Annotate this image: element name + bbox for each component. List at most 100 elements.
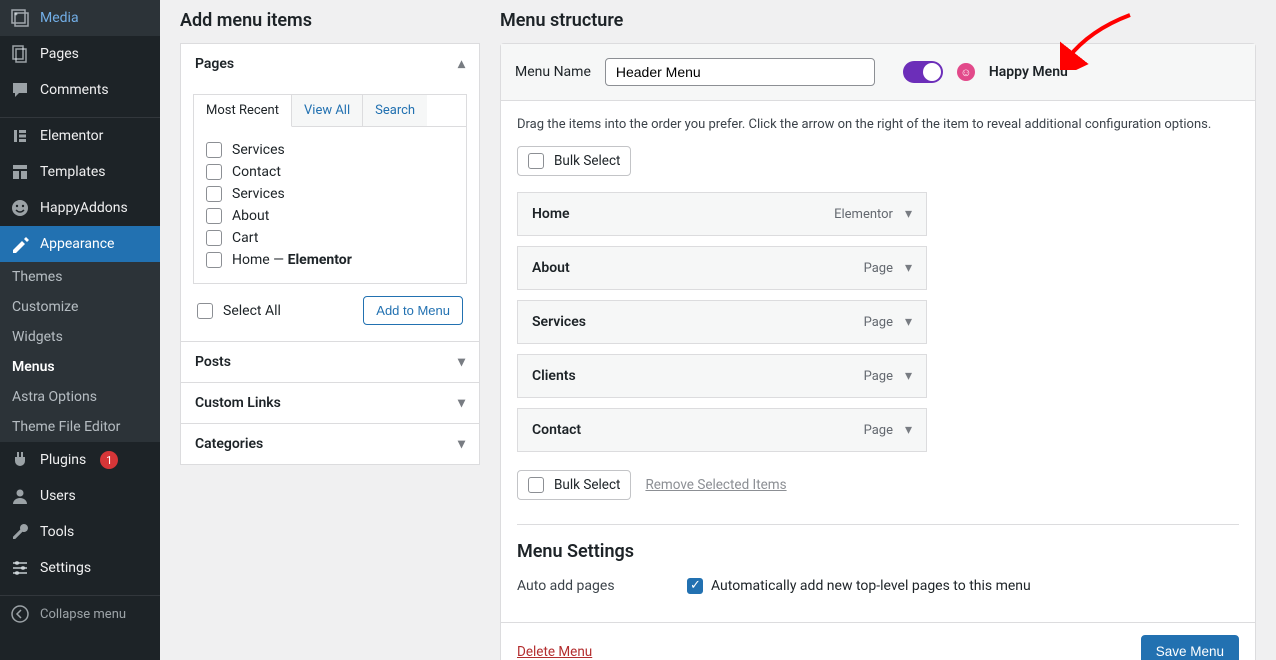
acc-categories: Categories ▾ (181, 424, 479, 464)
menu-item-row[interactable]: Home Elementor ▾ (517, 192, 927, 236)
checkbox[interactable] (206, 208, 222, 224)
submenu-menus[interactable]: Menus (0, 352, 160, 382)
collapse-menu-button[interactable]: Collapse menu (0, 596, 160, 632)
chevron-down-icon[interactable]: ▾ (905, 314, 912, 330)
add-to-menu-button[interactable]: Add to Menu (363, 296, 463, 325)
bulk-select-checkbox[interactable] (528, 477, 544, 493)
menu-item-row[interactable]: Clients Page ▾ (517, 354, 927, 398)
bulk-select-label: Bulk Select (554, 477, 620, 493)
acc-custom-links-header[interactable]: Custom Links ▾ (181, 383, 479, 423)
menu-item-row[interactable]: About Page ▾ (517, 246, 927, 290)
submenu-astra-options[interactable]: Astra Options (0, 382, 160, 412)
submenu-theme-file-editor[interactable]: Theme File Editor (0, 412, 160, 442)
chevron-down-icon[interactable]: ▾ (905, 260, 912, 276)
page-checkbox-row[interactable]: Cart (206, 227, 454, 249)
checkbox[interactable] (206, 252, 222, 268)
bulk-select-checkbox[interactable] (528, 153, 544, 169)
delete-menu-link[interactable]: Delete Menu (517, 644, 592, 660)
sidebar-label: Media (40, 10, 79, 26)
acc-pages-title: Pages (195, 56, 234, 72)
sidebar-item-tools[interactable]: Tools (0, 514, 160, 550)
page-checkbox-row[interactable]: Contact (206, 161, 454, 183)
sidebar-label: Elementor (40, 128, 103, 144)
bulk-select-bottom[interactable]: Bulk Select (517, 470, 631, 500)
appearance-icon (10, 234, 30, 254)
menu-structure-column: Menu structure Menu Name ☺ Happy Menu Dr… (500, 0, 1256, 660)
main-content: Add menu items Pages ▴ Most Recent View … (160, 0, 1276, 660)
save-menu-button[interactable]: Save Menu (1141, 635, 1239, 660)
item-title: Clients (532, 368, 864, 384)
divider (517, 524, 1239, 525)
collapse-label: Collapse menu (40, 607, 126, 622)
pages-list: Services Contact Services About Cart Hom… (193, 127, 467, 284)
submenu-customize[interactable]: Customize (0, 292, 160, 322)
menu-header: Menu Name ☺ Happy Menu (501, 44, 1255, 101)
happy-menu-toggle[interactable] (903, 61, 943, 83)
tab-view-all[interactable]: View All (292, 95, 363, 126)
sidebar-item-pages[interactable]: Pages (0, 36, 160, 72)
select-all-label: Select All (223, 303, 281, 319)
tab-search[interactable]: Search (363, 95, 427, 126)
page-checkbox-row[interactable]: Home — Elementor (206, 249, 454, 271)
item-title: About (532, 260, 864, 276)
happy-menu-label: Happy Menu (989, 64, 1068, 80)
sidebar-item-templates[interactable]: Templates (0, 154, 160, 190)
collapse-icon (10, 604, 30, 624)
remove-selected-link[interactable]: Remove Selected Items (645, 477, 786, 493)
sidebar-item-media[interactable]: Media (0, 0, 160, 36)
page-checkbox-row[interactable]: Services (206, 139, 454, 161)
menu-structure-title: Menu structure (500, 10, 1256, 31)
menu-item-row[interactable]: Services Page ▾ (517, 300, 927, 344)
chevron-down-icon: ▾ (458, 436, 465, 452)
chevron-down-icon: ▾ (458, 395, 465, 411)
pages-tabs: Most Recent View All Search (193, 94, 467, 127)
chevron-down-icon[interactable]: ▾ (905, 422, 912, 438)
auto-add-checkbox[interactable] (687, 578, 703, 594)
sidebar-item-settings[interactable]: Settings (0, 550, 160, 586)
bulk-select-top[interactable]: Bulk Select (517, 146, 631, 176)
sidebar-label: Pages (40, 46, 79, 62)
page-label: Cart (232, 230, 258, 246)
acc-posts-header[interactable]: Posts ▾ (181, 342, 479, 382)
pages-footer: Select All Add to Menu (193, 284, 467, 329)
menu-footer: Delete Menu Save Menu (501, 622, 1255, 660)
select-all-row[interactable]: Select All (197, 303, 281, 319)
sidebar-item-plugins[interactable]: Plugins 1 (0, 442, 160, 478)
tab-most-recent[interactable]: Most Recent (194, 95, 292, 127)
chevron-down-icon[interactable]: ▾ (905, 206, 912, 222)
item-title: Home (532, 206, 834, 222)
acc-categories-header[interactable]: Categories ▾ (181, 424, 479, 464)
select-all-checkbox[interactable] (197, 303, 213, 319)
acc-pages-header[interactable]: Pages ▴ (181, 44, 479, 84)
elementor-icon (10, 126, 30, 146)
sidebar-item-appearance[interactable]: Appearance (0, 226, 160, 262)
checkbox[interactable] (206, 164, 222, 180)
plugins-icon (10, 450, 30, 470)
comments-icon (10, 80, 30, 100)
checkbox[interactable] (206, 186, 222, 202)
sidebar-item-comments[interactable]: Comments (0, 72, 160, 108)
sidebar-item-users[interactable]: Users (0, 478, 160, 514)
page-checkbox-row[interactable]: Services (206, 183, 454, 205)
sidebar-label: Users (40, 488, 76, 504)
happy-icon: ☺ (957, 63, 975, 81)
appearance-submenu: Themes Customize Widgets Menus Astra Opt… (0, 262, 160, 442)
submenu-widgets[interactable]: Widgets (0, 322, 160, 352)
menu-item-row[interactable]: Contact Page ▾ (517, 408, 927, 452)
acc-posts: Posts ▾ (181, 342, 479, 383)
auto-add-checkbox-row[interactable]: Automatically add new top-level pages to… (687, 578, 1031, 594)
menu-name-input[interactable] (605, 58, 875, 86)
checkbox[interactable] (206, 142, 222, 158)
checkbox[interactable] (206, 230, 222, 246)
chevron-down-icon[interactable]: ▾ (905, 368, 912, 384)
sidebar-item-happyaddons[interactable]: HappyAddons (0, 190, 160, 226)
bulk-select-label: Bulk Select (554, 153, 620, 169)
item-type: Elementor (834, 207, 893, 222)
menu-settings-title: Menu Settings (517, 541, 1239, 562)
page-checkbox-row[interactable]: About (206, 205, 454, 227)
menu-items-list: Home Elementor ▾ About Page ▾ Services P… (517, 192, 927, 452)
submenu-themes[interactable]: Themes (0, 262, 160, 292)
bulk-bottom-row: Bulk Select Remove Selected Items (517, 470, 1239, 500)
acc-posts-title: Posts (195, 354, 231, 370)
sidebar-item-elementor[interactable]: Elementor (0, 118, 160, 154)
